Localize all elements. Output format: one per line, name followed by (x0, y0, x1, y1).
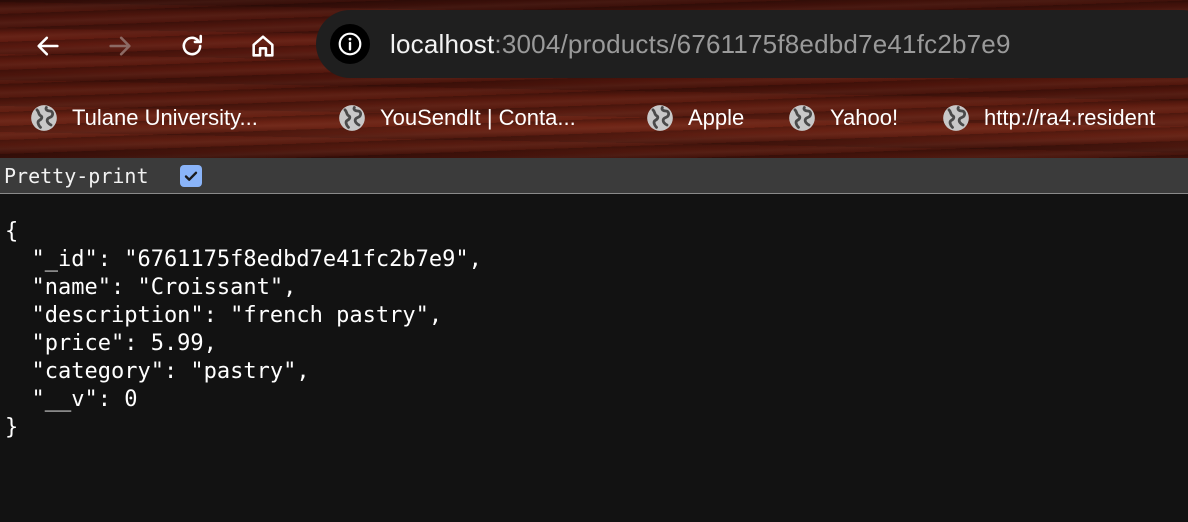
url-text[interactable]: localhost:3004/products/6761175f8edbd7e4… (390, 29, 1011, 59)
arrow-left-icon (37, 36, 59, 56)
home-button[interactable] (243, 26, 283, 66)
json-line: "__v": 0 (5, 387, 138, 412)
bookmark-label: Tulane University... (72, 105, 258, 130)
checkmark-icon (184, 171, 198, 181)
info-icon (338, 32, 362, 56)
json-line: { (5, 219, 19, 244)
bookmark-apple[interactable]: Apple (646, 96, 744, 140)
bookmarks-bar: Tulane University... YouSendIt | Conta..… (0, 96, 1188, 140)
bookmark-tulane[interactable]: Tulane University... (30, 96, 258, 140)
site-info-button[interactable] (330, 24, 370, 64)
bookmark-label: YouSendIt | Conta... (380, 105, 576, 130)
arrow-right-icon (109, 36, 131, 56)
url-host: localhost (390, 29, 495, 59)
bookmark-label: Apple (688, 105, 745, 130)
json-line: "price": 5.99, (5, 331, 217, 356)
bookmark-yahoo[interactable]: Yahoo! (788, 96, 898, 140)
globe-icon (339, 105, 365, 131)
pretty-print-checkbox[interactable] (180, 165, 202, 187)
back-button[interactable] (28, 26, 68, 66)
bookmark-ra4[interactable]: http://ra4.resident (942, 96, 1155, 140)
home-icon (252, 35, 274, 57)
json-line: "category": "pastry", (5, 359, 310, 384)
url-path: :3004/products/6761175f8edbd7e41fc2b7e9 (494, 29, 1011, 59)
pretty-print-label: Pretty-print (4, 164, 149, 188)
globe-icon (647, 105, 673, 131)
address-bar[interactable]: localhost:3004/products/6761175f8edbd7e4… (316, 10, 1188, 78)
globe-icon (31, 105, 57, 131)
json-line: "name": "Croissant", (5, 275, 297, 300)
browser-toolbar: localhost:3004/products/6761175f8edbd7e4… (0, 0, 1188, 158)
bookmark-yousendit[interactable]: YouSendIt | Conta... (338, 96, 576, 140)
globe-icon (943, 105, 969, 131)
reload-button[interactable] (172, 26, 212, 66)
bookmark-label: http://ra4.resident (984, 105, 1156, 130)
json-viewer: { "_id": "6761175f8edbd7e41fc2b7e9", "na… (0, 194, 1188, 522)
reload-icon (182, 34, 203, 56)
json-content: { "_id": "6761175f8edbd7e41fc2b7e9", "na… (5, 218, 482, 442)
json-line: "_id": "6761175f8edbd7e41fc2b7e9", (5, 247, 482, 272)
globe-icon (789, 105, 815, 131)
forward-button[interactable] (100, 26, 140, 66)
json-line: "description": "french pastry", (5, 303, 443, 328)
bookmark-label: Yahoo! (830, 105, 899, 130)
pretty-print-bar: Pretty-print (0, 158, 1188, 194)
json-line: } (5, 415, 19, 440)
